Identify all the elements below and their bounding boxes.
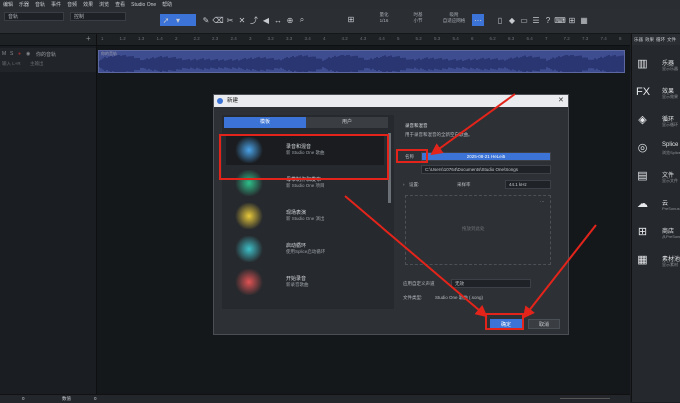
annotation-arrows	[344, 93, 597, 319]
